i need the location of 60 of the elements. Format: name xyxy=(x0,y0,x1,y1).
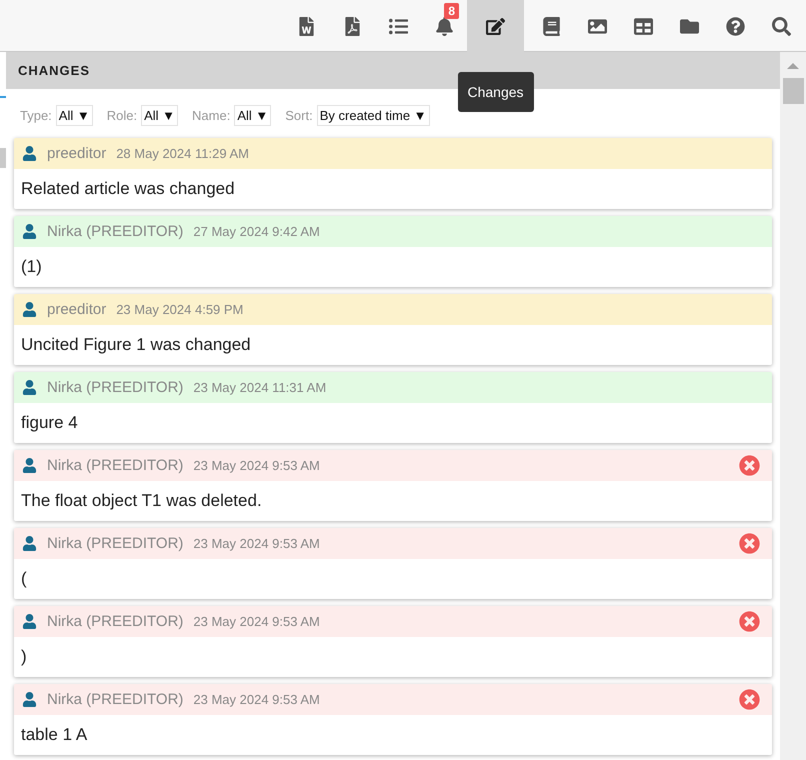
change-description: figure 4 xyxy=(20,412,79,434)
notification-count: 8 xyxy=(444,3,459,19)
change-author: preeditor xyxy=(47,145,106,162)
user-icon xyxy=(22,302,37,317)
help-icon xyxy=(726,16,744,36)
change-time: 27 May 2024 9:42 AM xyxy=(193,224,320,239)
user-icon xyxy=(22,614,37,629)
filter-dropdown[interactable]: All ▼ xyxy=(56,105,93,126)
image-icon xyxy=(588,16,606,36)
change-author: Nirka (PREEDITOR) xyxy=(47,223,184,240)
change-description: ) xyxy=(20,646,28,668)
table-icon xyxy=(634,16,652,36)
change-time: 23 May 2024 11:31 AM xyxy=(193,380,326,395)
active-tab-underline xyxy=(0,96,6,98)
user-icon xyxy=(22,458,37,473)
bell-icon xyxy=(434,16,454,36)
change-author: Nirka (PREEDITOR) xyxy=(47,535,184,552)
filter-label: Type: xyxy=(20,108,52,123)
change-author: Nirka (PREEDITOR) xyxy=(47,457,184,474)
filter-label: Sort: xyxy=(285,108,313,123)
change-time: 28 May 2024 11:29 AM xyxy=(116,146,249,161)
side-panel-handle xyxy=(0,148,6,168)
book-icon xyxy=(542,16,560,36)
change-time: 23 May 2024 4:59 PM xyxy=(116,302,244,317)
folder-icon xyxy=(680,16,698,36)
change-description: Related article was changed xyxy=(20,178,236,200)
change-author: preeditor xyxy=(47,301,106,318)
filter-label: Name: xyxy=(192,108,230,123)
change-description: (1) xyxy=(20,256,43,278)
remove-icon[interactable] xyxy=(739,455,760,476)
search-icon xyxy=(772,16,790,36)
remove-icon[interactable] xyxy=(739,611,760,632)
change-time: 23 May 2024 9:53 AM xyxy=(193,614,320,629)
scrollbar-thumb[interactable] xyxy=(782,78,804,104)
change-description: ( xyxy=(20,568,28,590)
filter-dropdown[interactable]: All ▼ xyxy=(141,105,178,126)
change-author: Nirka (PREEDITOR) xyxy=(47,691,184,708)
change-description: The float object T1 was deleted. xyxy=(20,490,263,512)
change-author: Nirka (PREEDITOR) xyxy=(47,613,184,630)
user-icon xyxy=(22,146,37,161)
list-icon xyxy=(388,16,408,36)
change-description: Uncited Figure 1 was changed xyxy=(20,334,252,356)
document-pencil-icon xyxy=(486,16,505,36)
pdf-document-icon xyxy=(342,16,362,36)
change-author: Nirka (PREEDITOR) xyxy=(47,379,184,396)
change-time: 23 May 2024 9:53 AM xyxy=(193,536,320,551)
change-description: table 1 A xyxy=(20,724,88,746)
filter-dropdown[interactable]: By created time ▼ xyxy=(316,105,430,126)
tooltip: Changes xyxy=(457,72,534,112)
user-icon xyxy=(22,224,37,239)
user-icon xyxy=(22,536,37,551)
word-document-icon xyxy=(296,16,316,36)
filter-dropdown[interactable]: All ▼ xyxy=(234,105,272,126)
change-time: 23 May 2024 9:53 AM xyxy=(193,692,320,707)
change-time: 23 May 2024 9:53 AM xyxy=(193,458,320,473)
filter-label: Role: xyxy=(106,108,138,123)
user-icon xyxy=(22,692,37,707)
remove-icon[interactable] xyxy=(739,689,760,710)
remove-icon[interactable] xyxy=(739,533,760,554)
user-icon xyxy=(22,380,37,395)
